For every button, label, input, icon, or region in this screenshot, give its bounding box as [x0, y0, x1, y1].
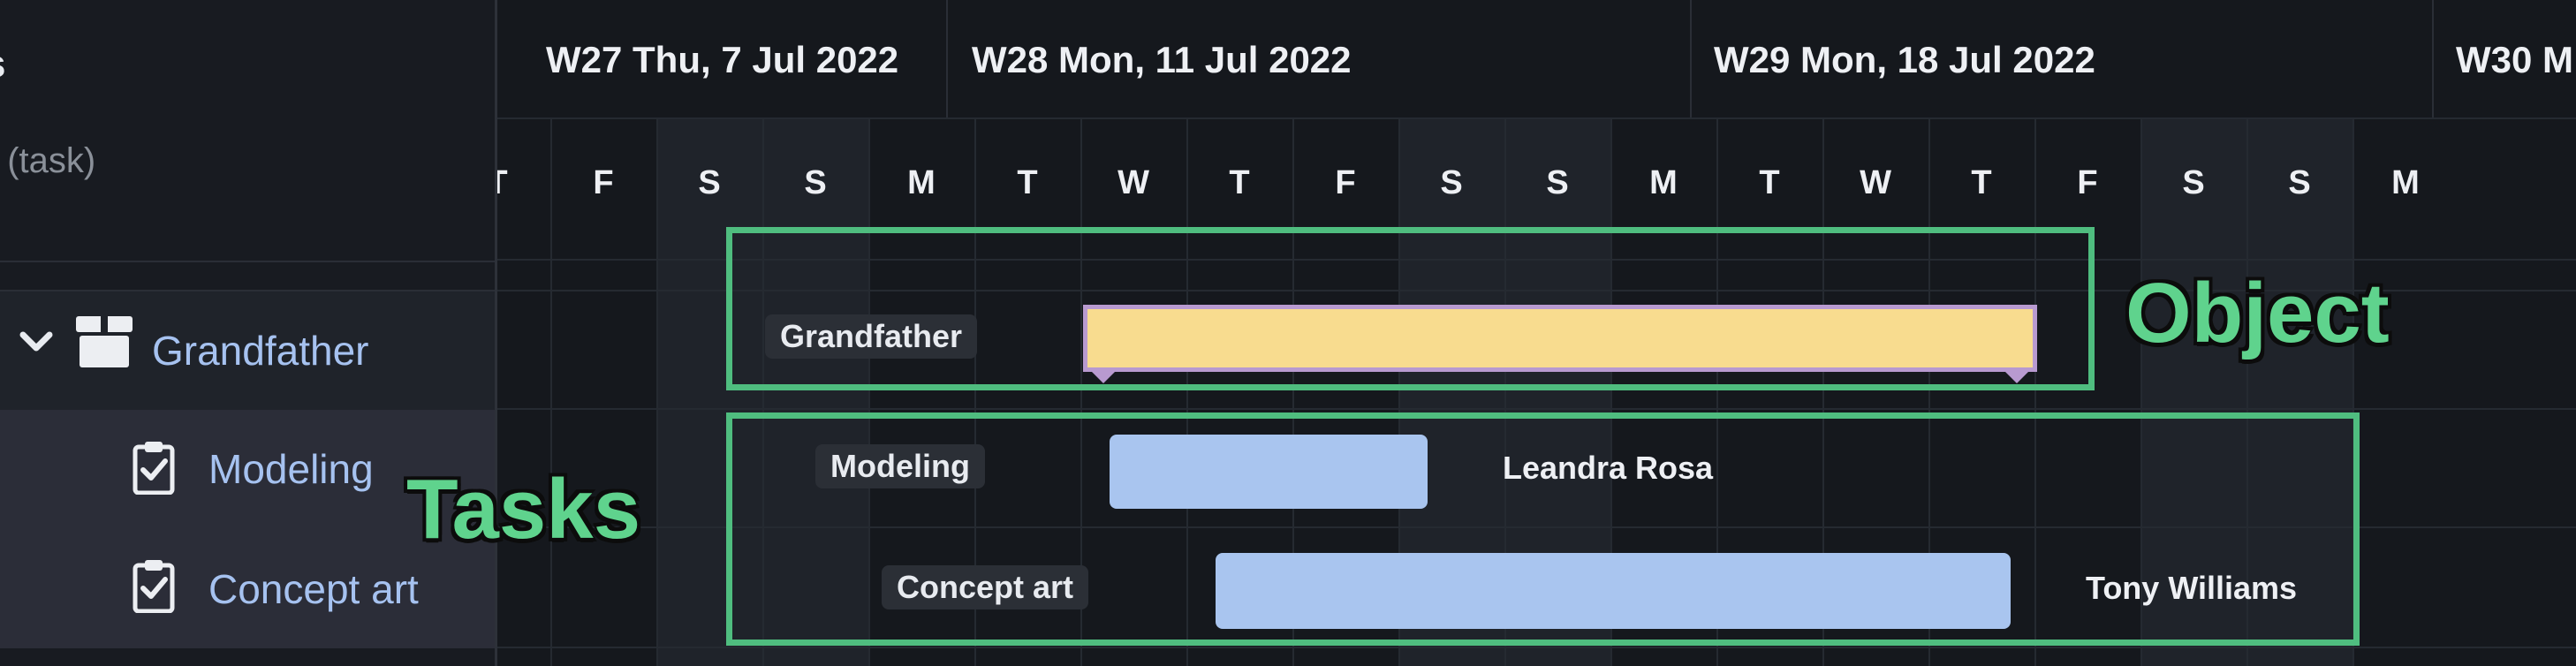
day-letter: M — [907, 164, 936, 201]
day-letter: S — [804, 164, 827, 201]
day-letter: S — [1546, 164, 1569, 201]
day-letter: T — [497, 164, 550, 202]
outline-header-title: s — [0, 42, 5, 87]
outline-row-label[interactable]: Concept art — [208, 565, 419, 613]
day-letter: T — [1229, 164, 1250, 201]
day-letter: F — [1335, 164, 1356, 201]
day-letter: S — [2288, 164, 2311, 201]
day-letter: S — [698, 164, 721, 201]
week-label: W30 M — [2456, 39, 2574, 80]
box-icon — [74, 314, 134, 374]
day-letter: W — [1118, 164, 1149, 201]
day-letter: T — [1971, 164, 1992, 201]
day-letter: T — [1017, 164, 1038, 201]
day-letter: T — [1759, 164, 1780, 201]
week-separator — [2432, 0, 2434, 119]
clipboard-check-icon — [133, 440, 175, 499]
week-label: W28 Mon, 11 Jul 2022 — [972, 39, 1352, 80]
outline-row-label[interactable]: Modeling — [208, 445, 374, 493]
week-separator — [1690, 0, 1692, 119]
day-letter: F — [2077, 164, 2098, 201]
day-letter: M — [1649, 164, 1678, 201]
day-letter: S — [2182, 164, 2205, 201]
row-divider — [497, 408, 2576, 410]
week-separator — [946, 0, 948, 119]
row-divider — [497, 647, 2576, 648]
day-letter: W — [1860, 164, 1891, 201]
clipboard-check-icon — [133, 558, 175, 617]
outline-header-subtitle: t (task) — [0, 141, 96, 180]
object-annotation-label: Object — [2125, 266, 2390, 360]
outline-row-grandfather[interactable]: Grandfather — [0, 291, 498, 410]
day-letter: M — [2391, 164, 2420, 201]
week-label: W27 Thu, 7 Jul 2022 — [546, 39, 899, 80]
day-letter: F — [593, 164, 614, 201]
outline-panel: s t (task) Grandfather Modeling — [0, 0, 498, 666]
outline-header: s t (task) — [0, 0, 498, 262]
tasks-annotation-box — [726, 412, 2360, 646]
object-annotation-box — [726, 227, 2095, 390]
tasks-annotation-label: Tasks — [406, 462, 641, 556]
chevron-down-icon[interactable] — [18, 323, 55, 365]
day-letter: S — [1440, 164, 1463, 201]
week-label: W29 Mon, 18 Jul 2022 — [1714, 39, 2095, 80]
outline-row-label[interactable]: Grandfather — [152, 327, 368, 375]
